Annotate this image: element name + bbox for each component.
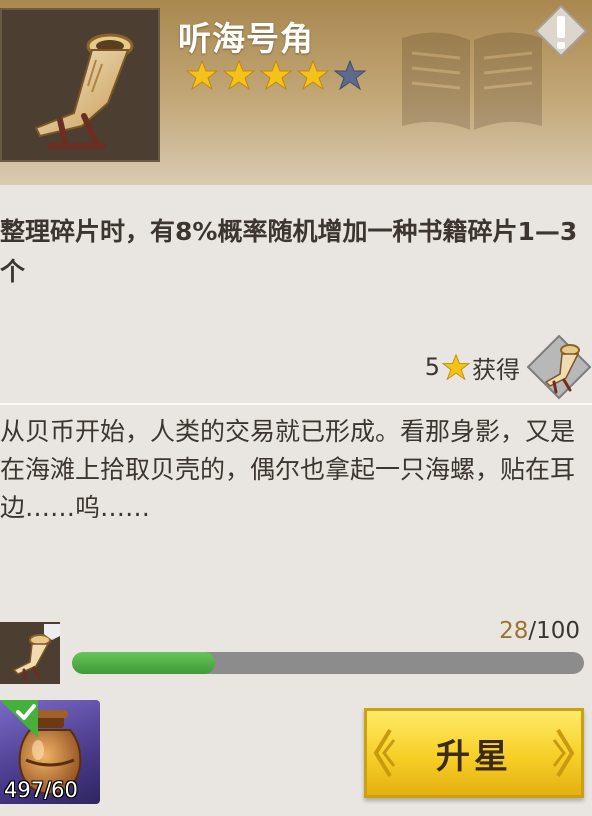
star-icon bbox=[186, 60, 218, 90]
progress-separator: / bbox=[528, 618, 537, 644]
obtain-star-count: 5 bbox=[424, 353, 440, 381]
horn-icon bbox=[34, 33, 134, 149]
book-icon bbox=[402, 32, 542, 130]
progress-current: 28 bbox=[499, 618, 529, 644]
star-empty-icon bbox=[334, 60, 366, 90]
item-name: 听海号角 bbox=[178, 19, 314, 58]
star-icon bbox=[442, 353, 470, 381]
button-ornament-icon bbox=[552, 728, 575, 778]
item-portrait bbox=[0, 8, 160, 162]
progress-counter: 28/100 bbox=[499, 618, 580, 644]
item-lore-text: 从贝币开始，人类的交易就已形成。看那身影，又是在海滩上拾取贝壳的，偶尔也拿起一只… bbox=[0, 417, 576, 522]
upgrade-star-label: 升星 bbox=[436, 737, 512, 776]
obtain-panel[interactable]: 5 获得 bbox=[425, 334, 592, 400]
alert-icon[interactable] bbox=[534, 4, 588, 58]
material-count: 497/60 bbox=[4, 778, 78, 802]
item-header: 听海号角 bbox=[0, 0, 592, 185]
star-icon bbox=[260, 60, 292, 90]
progress-bar-fill bbox=[72, 652, 216, 674]
fragment-icon bbox=[526, 334, 592, 400]
star-rating bbox=[186, 60, 366, 90]
fragment-icon bbox=[0, 622, 60, 684]
item-effect-description: 整理碎片时，有8%概率随机增加一种书籍碎片1—3个 bbox=[0, 217, 578, 286]
check-icon bbox=[0, 700, 38, 738]
button-ornament-icon bbox=[373, 728, 396, 778]
obtain-label: 获得 bbox=[472, 355, 520, 384]
star-icon bbox=[297, 60, 329, 90]
star-icon bbox=[223, 60, 255, 90]
progress-max: 100 bbox=[536, 618, 580, 644]
upgrade-star-button[interactable]: 升星 bbox=[364, 708, 584, 798]
material-slot[interactable]: 497/60 bbox=[0, 700, 100, 804]
section-divider bbox=[0, 403, 592, 405]
fragment-thumbnail bbox=[0, 622, 60, 684]
progress-bar bbox=[72, 652, 584, 674]
